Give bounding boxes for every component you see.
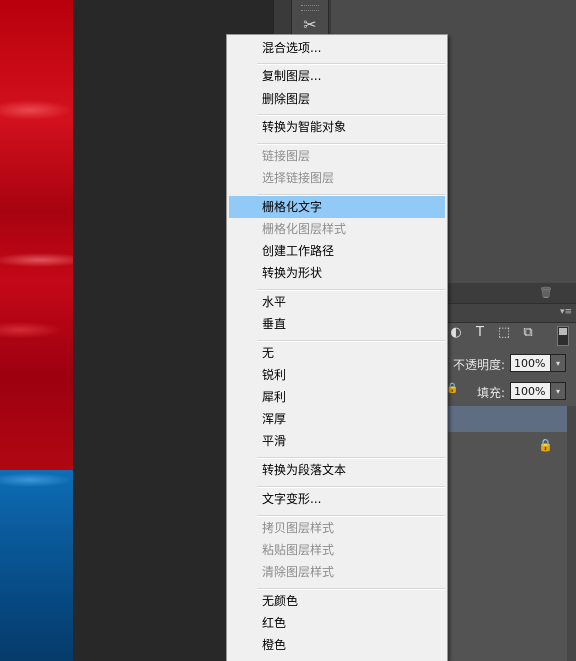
layers-scrollbar[interactable] — [567, 406, 576, 661]
menu-item[interactable]: 红色 — [229, 612, 445, 634]
menu-item[interactable]: 转换为形状 — [229, 262, 445, 284]
menu-item[interactable]: 转换为段落文本 — [229, 459, 445, 481]
fill-label: 填充: — [477, 386, 506, 400]
menu-item[interactable]: 无颜色 — [229, 590, 445, 612]
menu-item[interactable]: 栅格化文字 — [229, 196, 445, 218]
menu-item: 选择链接图层 — [262, 171, 335, 185]
fill-dropdown-button[interactable]: ▾ — [550, 382, 566, 400]
grip-handle[interactable] — [301, 5, 319, 11]
menu-separator — [257, 486, 445, 488]
menu-separator — [257, 143, 445, 145]
lock-icon: 🔒 — [538, 438, 553, 452]
menu-item[interactable]: 文字变形... — [229, 488, 445, 510]
menu-item[interactable]: 转换为智能对象 — [229, 116, 445, 138]
menu-separator — [257, 515, 445, 517]
type-filter-icon[interactable]: T — [472, 325, 488, 345]
canvas-blue-region — [0, 470, 73, 661]
opacity-field[interactable]: 100% — [510, 354, 552, 372]
menu-separator — [257, 588, 445, 590]
layer-context-menu: 混合选项... 复制图层... 删除图层转换为智能对象链接图层选择链接图层栅格化文字… — [226, 34, 448, 661]
menu-item: 栅格化图层样式 — [262, 222, 347, 236]
menu-item: 粘贴图层样式 — [262, 543, 335, 557]
menu-item[interactable]: 水平 — [229, 291, 445, 313]
opacity-dropdown-button[interactable]: ▾ — [550, 354, 566, 372]
menu-item[interactable]: 垂直 — [229, 313, 445, 335]
shape-filter-icon[interactable]: ⬚ — [496, 325, 512, 345]
filter-toggle[interactable] — [557, 326, 569, 346]
fill-field[interactable]: 100% — [510, 382, 552, 400]
menu-item[interactable]: 橙色 — [229, 634, 445, 656]
menu-item[interactable]: 删除图层 — [229, 88, 445, 110]
menu-item[interactable]: 混合选项... — [229, 37, 445, 59]
menu-item[interactable]: 锐利 — [229, 364, 445, 386]
menu-item[interactable]: 创建工作路径 — [229, 240, 445, 262]
canvas-red-region — [0, 0, 73, 470]
menu-item[interactable]: 犀利 — [229, 386, 445, 408]
menu-separator — [257, 340, 445, 342]
menu-separator — [257, 289, 445, 291]
trash-icon[interactable]: 🗑 — [539, 286, 553, 300]
menu-separator — [257, 194, 445, 196]
opacity-label: 不透明度: — [453, 358, 506, 372]
menu-item[interactable]: 无 — [229, 342, 445, 364]
smart-object-filter-icon[interactable]: ⧉ — [520, 325, 536, 345]
menu-item[interactable]: 平滑 — [229, 430, 445, 452]
menu-item: 清除图层样式 — [262, 565, 335, 579]
menu-separator — [257, 457, 445, 459]
adjustment-filter-icon[interactable]: ◐ — [448, 325, 464, 345]
document-canvas[interactable] — [0, 0, 73, 661]
brush-settings-icon: ✂ — [303, 15, 317, 34]
panel-menu-icon[interactable]: ▾≡ — [560, 307, 572, 317]
menu-item[interactable]: 浑厚 — [229, 408, 445, 430]
menu-item[interactable]: 复制图层... — [229, 65, 445, 87]
menu-separator — [257, 63, 445, 65]
menu-item: 链接图层 — [262, 149, 311, 163]
layer-filter-icons: ◐ T ⬚ ⧉ — [448, 325, 536, 345]
menu-item: 拷贝图层样式 — [262, 521, 335, 535]
menu-separator — [257, 114, 445, 116]
